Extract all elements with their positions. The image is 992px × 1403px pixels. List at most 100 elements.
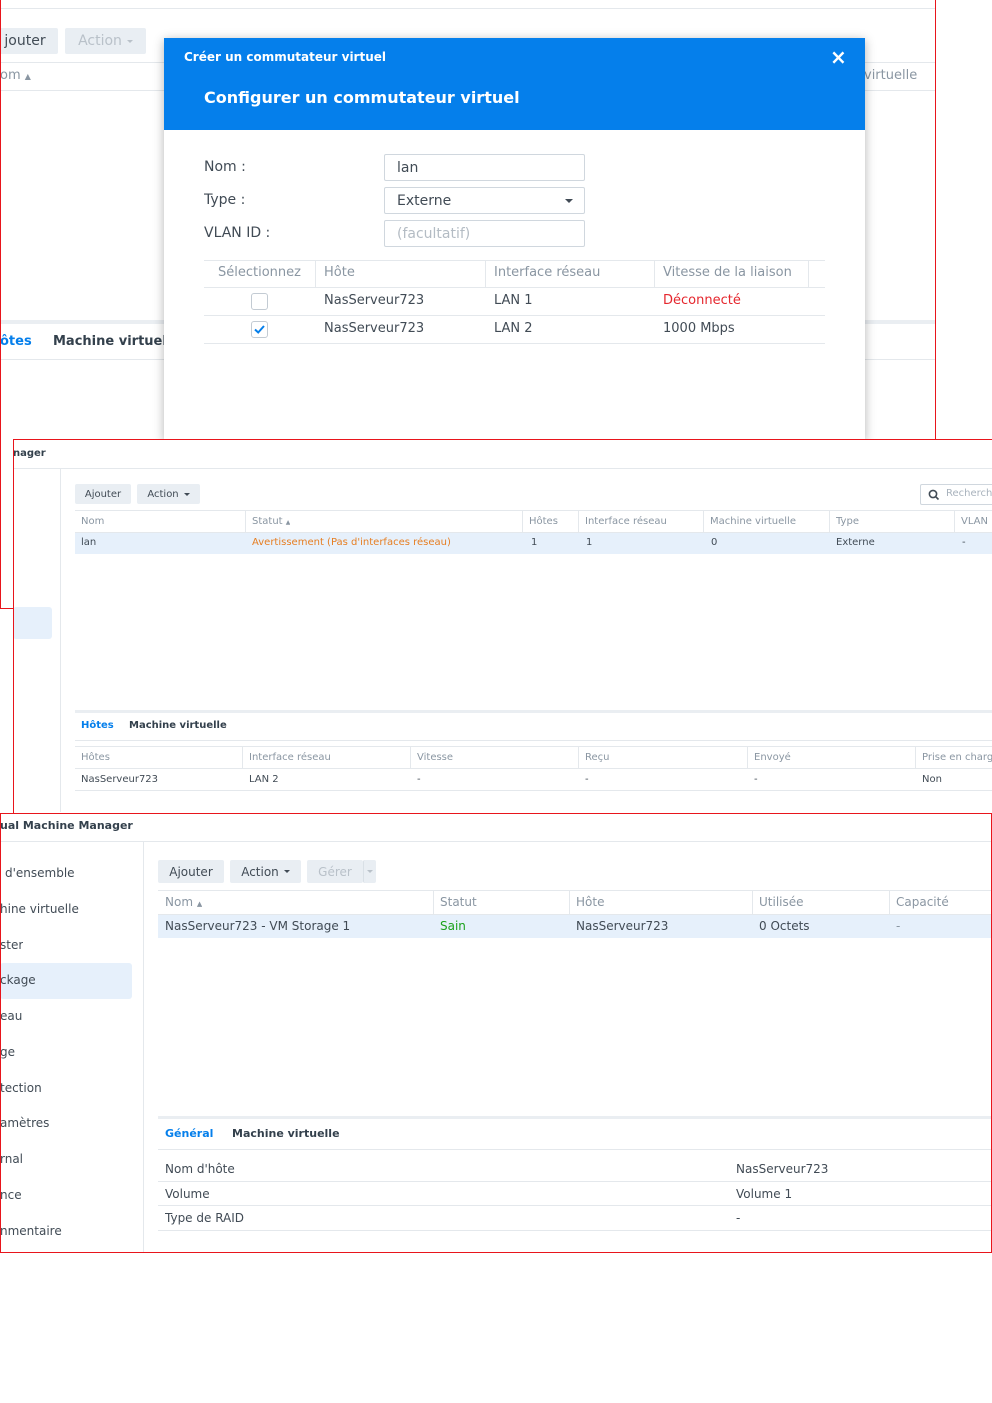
sidebar-item-complementaire[interactable]: nmentaire — [0, 1224, 62, 1238]
sidebar-item-reseau[interactable]: eau — [0, 1009, 22, 1023]
add-button[interactable]: jouter — [0, 28, 58, 54]
column-header-prise-en-charge[interactable]: Prise en charg — [922, 752, 992, 763]
detail-label-volume: Volume — [165, 1187, 210, 1201]
sidebar-item-machine-virtuelle[interactable]: hine virtuelle — [0, 902, 79, 916]
column-header-speed: Vitesse de la liaison — [663, 265, 792, 280]
row-type: Externe — [836, 537, 875, 548]
detail-label-raid: Type de RAID — [165, 1211, 245, 1225]
row-nom: lan — [81, 537, 97, 548]
chevron-down-icon — [565, 199, 573, 203]
action-button-label: Action — [241, 864, 279, 879]
column-header-iface[interactable]: Interface réseau — [249, 752, 331, 763]
action-button[interactable]: Action — [137, 484, 200, 504]
tab-general[interactable]: Général — [165, 1127, 213, 1140]
recu-cell: - — [585, 774, 589, 785]
row-hotes: 1 — [531, 537, 538, 548]
column-header-nom[interactable]: om ▲ — [0, 68, 31, 83]
row-utilisee: 0 Octets — [759, 919, 810, 933]
column-header-type[interactable]: Type — [836, 516, 859, 527]
sidebar-item-journal[interactable]: rnal — [0, 1152, 23, 1166]
action-button-label: Action — [78, 33, 122, 49]
action-button[interactable]: Action — [230, 860, 301, 883]
sidebar-item-parametres[interactable]: amètres — [0, 1116, 49, 1130]
sort-asc-icon: ▲ — [24, 72, 31, 81]
type-select-value: Externe — [397, 193, 452, 209]
row-speed-2: 1000 Mbps — [663, 321, 735, 336]
column-header-nom[interactable]: Nom — [81, 516, 104, 527]
column-header-hotes[interactable]: Hôtes — [81, 752, 110, 763]
window-title: nager — [13, 448, 46, 459]
search-input[interactable]: Recherch — [920, 484, 992, 505]
window-title: ual Machine Manager — [0, 819, 133, 832]
vlan-field[interactable]: (facultatif) — [384, 220, 585, 247]
column-header-hote[interactable]: Hôte — [576, 895, 604, 909]
action-button-label: Action — [147, 488, 179, 500]
caret-down-icon — [183, 492, 190, 496]
tab-hotes[interactable]: ôtes — [0, 334, 32, 349]
column-header-virtuelle[interactable]: virtuelle — [864, 68, 917, 83]
row-checkbox-2[interactable] — [251, 321, 268, 338]
column-header-statut[interactable]: Statut — [440, 895, 477, 909]
sidebar-item-stockage[interactable]: ckage — [0, 973, 36, 987]
column-header-iface: Interface réseau — [494, 265, 601, 280]
tab-hotes[interactable]: Hôtes — [81, 720, 114, 731]
column-header-statut-label: Statut — [252, 516, 283, 527]
add-button[interactable]: Ajouter — [75, 484, 131, 504]
checkmark-icon — [254, 325, 265, 334]
add-button-label: Ajouter — [169, 864, 213, 879]
search-icon — [928, 489, 940, 501]
manage-button[interactable]: Gérer — [307, 860, 363, 883]
column-header-vm[interactable]: Machine virtuelle — [710, 516, 796, 527]
column-header-recu[interactable]: Reçu — [585, 752, 610, 763]
row-iface: 1 — [586, 537, 593, 548]
sidebar-item-image[interactable]: ge — [0, 1045, 15, 1059]
host-cell: NasServeur723 — [81, 774, 159, 785]
row-vlan: - — [962, 537, 966, 548]
iface-cell: LAN 2 — [249, 774, 279, 785]
sidebar-item-selected[interactable] — [13, 607, 52, 639]
close-icon[interactable]: × — [830, 45, 847, 69]
column-header-nom-label: Nom — [165, 895, 194, 909]
envoye-cell: - — [754, 774, 758, 785]
column-header-select: Sélectionnez — [218, 265, 301, 280]
tab-machine-virtuelle[interactable]: Machine virtuelle — [129, 720, 227, 731]
column-header-capacite[interactable]: Capacité — [896, 895, 949, 909]
sidebar-item-protection[interactable]: tection — [0, 1081, 42, 1095]
column-header-nom-label: om — [0, 68, 21, 83]
tab-machine-virtuelle[interactable]: Machine virtuell — [53, 334, 171, 349]
action-button[interactable]: Action — [65, 28, 146, 54]
sidebar-item-licence[interactable]: nce — [0, 1188, 22, 1202]
row-host-1: NasServeur723 — [324, 293, 425, 308]
search-placeholder: Recherch — [946, 488, 992, 499]
sidebar-item-cluster[interactable]: ster — [0, 938, 23, 952]
add-button[interactable]: Ajouter — [158, 860, 224, 883]
column-header-hotes[interactable]: Hôtes — [529, 516, 558, 527]
tab-machine-virtuelle[interactable]: Machine virtuelle — [232, 1127, 340, 1140]
row-checkbox-1[interactable] — [251, 293, 268, 310]
name-field-value: lan — [397, 160, 419, 176]
column-header-nom[interactable]: Nom ▲ — [165, 895, 202, 909]
window-network: nager Ajouter Action Recherch Nom Statut… — [13, 440, 992, 812]
dialog-title: Créer un commutateur virtuel — [184, 50, 387, 64]
vlan-field-placeholder: (facultatif) — [397, 226, 471, 242]
column-header-statut[interactable]: Statut ▲ — [252, 516, 290, 527]
sort-asc-icon: ▲ — [285, 519, 291, 526]
detail-value-hostname: NasServeur723 — [736, 1162, 829, 1176]
dialog: Créer un commutateur virtuel × Configure… — [164, 38, 865, 440]
row-host-2: NasServeur723 — [324, 321, 425, 336]
type-label: Type : — [204, 192, 246, 208]
column-header-vitesse[interactable]: Vitesse — [417, 752, 453, 763]
type-select[interactable]: Externe — [384, 187, 585, 214]
row-nom: NasServeur723 - VM Storage 1 — [165, 919, 351, 933]
column-header-envoye[interactable]: Envoyé — [754, 752, 791, 763]
column-header-utilisee[interactable]: Utilisée — [759, 895, 804, 909]
table-row[interactable]: lan Avertissement (Pas d'interfaces rése… — [75, 533, 992, 554]
column-header-vlan[interactable]: VLAN — [961, 516, 988, 527]
name-field[interactable]: lan — [384, 154, 585, 181]
sidebar-item-ensemble[interactable]: d'ensemble — [5, 866, 75, 880]
table-row[interactable]: NasServeur723 - VM Storage 1 Sain NasSer… — [158, 915, 992, 938]
row-speed-1: Déconnecté — [663, 293, 741, 308]
column-header-iface[interactable]: Interface réseau — [585, 516, 667, 527]
manage-menu-button[interactable] — [363, 860, 376, 883]
caret-down-icon — [283, 870, 290, 873]
